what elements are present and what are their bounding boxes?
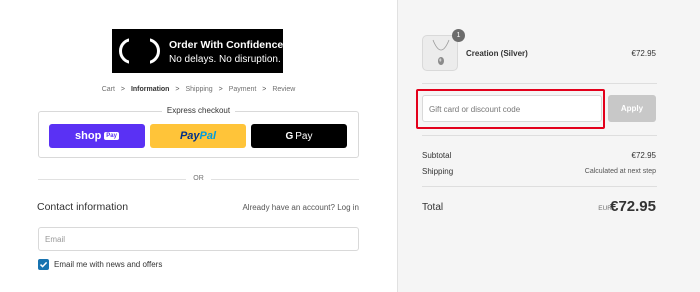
subtotal-label: Subtotal: [422, 151, 452, 160]
google-g-icon: G: [285, 130, 294, 142]
express-checkout: Express checkout shop Pay Pay Pal G Pay: [38, 106, 359, 158]
banner-subtitle: No delays. No disruption.: [169, 54, 281, 65]
breadcrumb-cart[interactable]: Cart: [102, 86, 115, 93]
product-name: Creation (Silver): [466, 49, 528, 58]
contact-title: Contact information: [37, 201, 129, 213]
email-field[interactable]: Email: [38, 227, 359, 251]
shop-pay-tag: Pay: [104, 132, 119, 140]
total-label: Total: [422, 202, 444, 213]
divider-or: OR: [186, 175, 211, 182]
account-prompt-text: Already have an account?: [242, 203, 335, 212]
checkmark-icon: [39, 261, 48, 268]
breadcrumb-review: Review: [272, 86, 296, 93]
discount-highlight-box: [416, 89, 605, 129]
breadcrumb-separator-icon: >: [120, 86, 125, 93]
breadcrumb-payment: Payment: [228, 86, 257, 93]
breadcrumb-separator-icon: >: [218, 86, 223, 93]
paypal-logo-part1: Pay: [179, 130, 200, 142]
product-price: €72.95: [631, 49, 656, 58]
paypal-button[interactable]: Pay Pal: [150, 124, 246, 148]
newsletter-checkbox[interactable]: [38, 259, 49, 270]
apply-button[interactable]: Apply: [608, 95, 656, 122]
brand-logo-icon: [119, 38, 160, 64]
quantity-badge: 1: [452, 29, 465, 42]
breadcrumb: Cart > Information > Shipping > Payment …: [0, 86, 397, 93]
product-thumbnail: [422, 35, 458, 71]
banner-title: Order With Confidence: [169, 39, 284, 51]
necklace-icon: [432, 39, 450, 65]
google-pay-button[interactable]: G Pay: [251, 124, 347, 148]
summary-divider: [422, 135, 657, 136]
breadcrumb-separator-icon: >: [262, 86, 267, 93]
shop-pay-button[interactable]: shop Pay: [49, 124, 145, 148]
summary-divider: [422, 83, 657, 84]
summary-divider: [422, 186, 657, 187]
express-checkout-label: Express checkout: [161, 106, 236, 115]
confidence-banner: Order With Confidence No delays. No disr…: [112, 29, 283, 73]
shipping-label: Shipping: [422, 167, 454, 176]
email-placeholder: Email: [45, 235, 66, 244]
breadcrumb-information: Information: [130, 86, 170, 93]
order-summary: 1 Creation (Silver) €72.95 Gift card or …: [397, 0, 700, 292]
account-prompt: Already have an account? Log in: [242, 203, 359, 212]
checkout-main: Order With Confidence No delays. No disr…: [0, 0, 397, 292]
breadcrumb-shipping: Shipping: [185, 86, 213, 93]
paypal-logo-part2: Pal: [199, 130, 217, 142]
newsletter-label: Email me with news and offers: [54, 260, 163, 269]
login-link[interactable]: Log in: [337, 203, 359, 212]
total-value: €72.95: [610, 198, 656, 215]
shop-pay-word: shop: [75, 130, 102, 142]
breadcrumb-separator-icon: >: [175, 86, 180, 93]
shipping-value: Calculated at next step: [584, 168, 656, 175]
google-pay-label: Pay: [295, 130, 313, 142]
subtotal-value: €72.95: [631, 151, 656, 160]
